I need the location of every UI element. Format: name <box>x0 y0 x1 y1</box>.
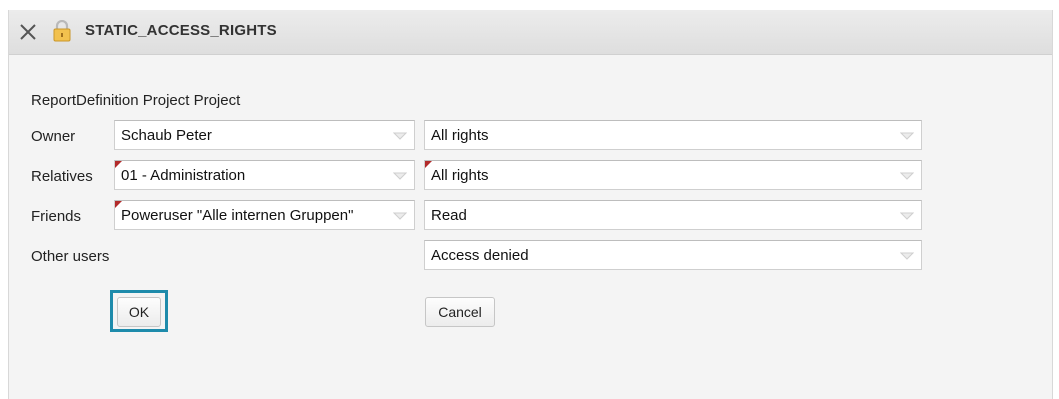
dropdown-arrow-icon <box>900 212 914 220</box>
dialog-window: STATIC_ACCESS_RIGHTS ReportDefinition Pr… <box>8 10 1053 399</box>
dropdown-arrow-icon <box>393 212 407 220</box>
other-rights-value: Access denied <box>431 247 529 264</box>
other-users-label: Other users <box>31 248 110 265</box>
relatives-label: Relatives <box>31 168 93 185</box>
lock-icon <box>53 20 71 42</box>
dropdown-arrow-icon <box>393 172 407 180</box>
owner-rights-select[interactable]: All rights <box>424 120 922 150</box>
subject-label: ReportDefinition Project Project <box>31 92 241 109</box>
relatives-member-select[interactable]: 01 - Administration <box>114 160 415 190</box>
ok-button[interactable]: OK <box>117 297 161 327</box>
friends-rights-select[interactable]: Read <box>424 200 922 230</box>
dropdown-arrow-icon <box>900 172 914 180</box>
dropdown-arrow-icon <box>900 132 914 140</box>
friends-label: Friends <box>31 208 82 225</box>
friends-member-select[interactable]: Poweruser "Alle internen Gruppen" <box>114 200 415 230</box>
dropdown-arrow-icon <box>900 252 914 260</box>
relatives-member-value: 01 - Administration <box>121 167 246 184</box>
friends-rights-value: Read <box>431 207 467 224</box>
titlebar: STATIC_ACCESS_RIGHTS <box>9 10 1052 55</box>
owner-member-select[interactable]: Schaub Peter <box>114 120 415 150</box>
other-rights-select[interactable]: Access denied <box>424 240 922 270</box>
friends-member-value: Poweruser "Alle internen Gruppen" <box>121 207 354 224</box>
dropdown-arrow-icon <box>393 132 407 140</box>
owner-rights-value: All rights <box>431 127 489 144</box>
owner-member-value: Schaub Peter <box>121 127 212 144</box>
dialog-title: STATIC_ACCESS_RIGHTS <box>85 22 277 39</box>
relatives-rights-value: All rights <box>431 167 489 184</box>
close-icon[interactable] <box>18 22 38 42</box>
relatives-rights-select[interactable]: All rights <box>424 160 922 190</box>
owner-label: Owner <box>31 128 76 145</box>
cancel-button[interactable]: Cancel <box>425 297 495 327</box>
